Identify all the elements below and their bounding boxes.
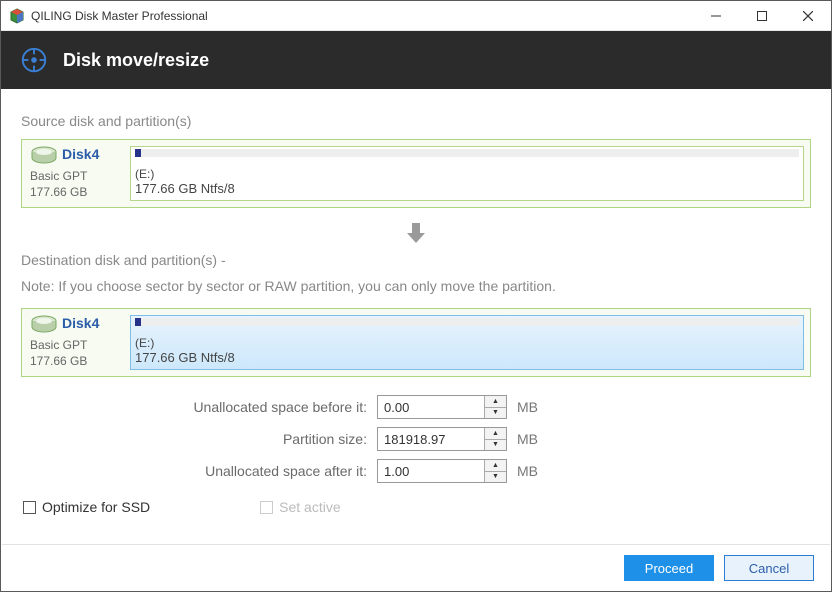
maximize-button[interactable] [739, 1, 785, 31]
destination-note: Note: If you choose sector by sector or … [21, 278, 811, 294]
unit-label: MB [517, 399, 538, 415]
close-button[interactable] [785, 1, 831, 31]
minimize-button[interactable] [693, 1, 739, 31]
spinner-up-icon[interactable]: ▲ [485, 428, 506, 440]
source-disk-info: Disk4 Basic GPT 177.66 GB [28, 146, 122, 201]
dialog-footer: Proceed Cancel [2, 544, 830, 591]
page-title: Disk move/resize [63, 50, 209, 71]
source-disk-panel[interactable]: Disk4 Basic GPT 177.66 GB (E:) 177.66 GB… [21, 139, 811, 208]
set-active-label: Set active [279, 499, 340, 515]
titlebar: QILING Disk Master Professional [1, 1, 831, 31]
checkbox-box [260, 501, 273, 514]
unallocated-after-value[interactable] [378, 460, 484, 482]
window-title: QILING Disk Master Professional [31, 9, 693, 23]
arrow-down-icon [21, 208, 811, 252]
unallocated-before-input[interactable]: ▲ ▼ [377, 395, 507, 419]
source-partition[interactable]: (E:) 177.66 GB Ntfs/8 [130, 146, 804, 201]
destination-disk-name: Disk4 [62, 315, 99, 331]
app-icon [9, 8, 25, 24]
source-partition-letter: (E:) [135, 167, 799, 181]
size-fields: Unallocated space before it: ▲ ▼ MB Part… [21, 395, 811, 483]
destination-partition-letter: (E:) [135, 336, 799, 350]
unallocated-before-label: Unallocated space before it: [21, 399, 377, 415]
disk-resize-icon [19, 45, 49, 75]
page-header: Disk move/resize [1, 31, 831, 89]
hard-drive-icon [30, 146, 58, 166]
destination-disk-panel[interactable]: Disk4 Basic GPT 177.66 GB (E:) 177.66 GB… [21, 308, 811, 377]
spinner-up-icon[interactable]: ▲ [485, 396, 506, 408]
unit-label: MB [517, 431, 538, 447]
optimize-ssd-checkbox[interactable]: Optimize for SSD [23, 499, 150, 515]
destination-usage-bar[interactable] [135, 318, 799, 326]
proceed-button[interactable]: Proceed [624, 555, 714, 581]
hard-drive-icon [30, 315, 58, 335]
spinner-down-icon[interactable]: ▼ [485, 440, 506, 451]
source-disk-name: Disk4 [62, 146, 99, 162]
source-partition-desc: 177.66 GB Ntfs/8 [135, 181, 799, 196]
partition-size-value[interactable] [378, 428, 484, 450]
cancel-button[interactable]: Cancel [724, 555, 814, 581]
partition-size-label: Partition size: [21, 431, 377, 447]
checkbox-box[interactable] [23, 501, 36, 514]
main-content: Source disk and partition(s) Disk4 Basic… [1, 89, 831, 525]
unallocated-after-label: Unallocated space after it: [21, 463, 377, 479]
optimize-ssd-label: Optimize for SSD [42, 499, 150, 515]
source-disk-type: Basic GPT [30, 168, 120, 184]
spinner-down-icon[interactable]: ▼ [485, 408, 506, 419]
spinner-up-icon[interactable]: ▲ [485, 460, 506, 472]
destination-disk-info: Disk4 Basic GPT 177.66 GB [28, 315, 122, 370]
window-controls [693, 1, 831, 30]
unit-label: MB [517, 463, 538, 479]
set-active-checkbox: Set active [260, 499, 340, 515]
destination-disk-size: 177.66 GB [30, 353, 120, 369]
destination-partition[interactable]: (E:) 177.66 GB Ntfs/8 [130, 315, 804, 370]
partition-size-input[interactable]: ▲ ▼ [377, 427, 507, 451]
unallocated-after-input[interactable]: ▲ ▼ [377, 459, 507, 483]
source-usage-bar [135, 149, 799, 157]
destination-partition-desc: 177.66 GB Ntfs/8 [135, 350, 799, 365]
spinner-down-icon[interactable]: ▼ [485, 472, 506, 483]
destination-disk-type: Basic GPT [30, 337, 120, 353]
source-disk-size: 177.66 GB [30, 184, 120, 200]
unallocated-before-value[interactable] [378, 396, 484, 418]
source-label: Source disk and partition(s) [21, 113, 811, 129]
destination-label: Destination disk and partition(s) - [21, 252, 811, 268]
options-row: Optimize for SSD Set active [21, 491, 811, 515]
